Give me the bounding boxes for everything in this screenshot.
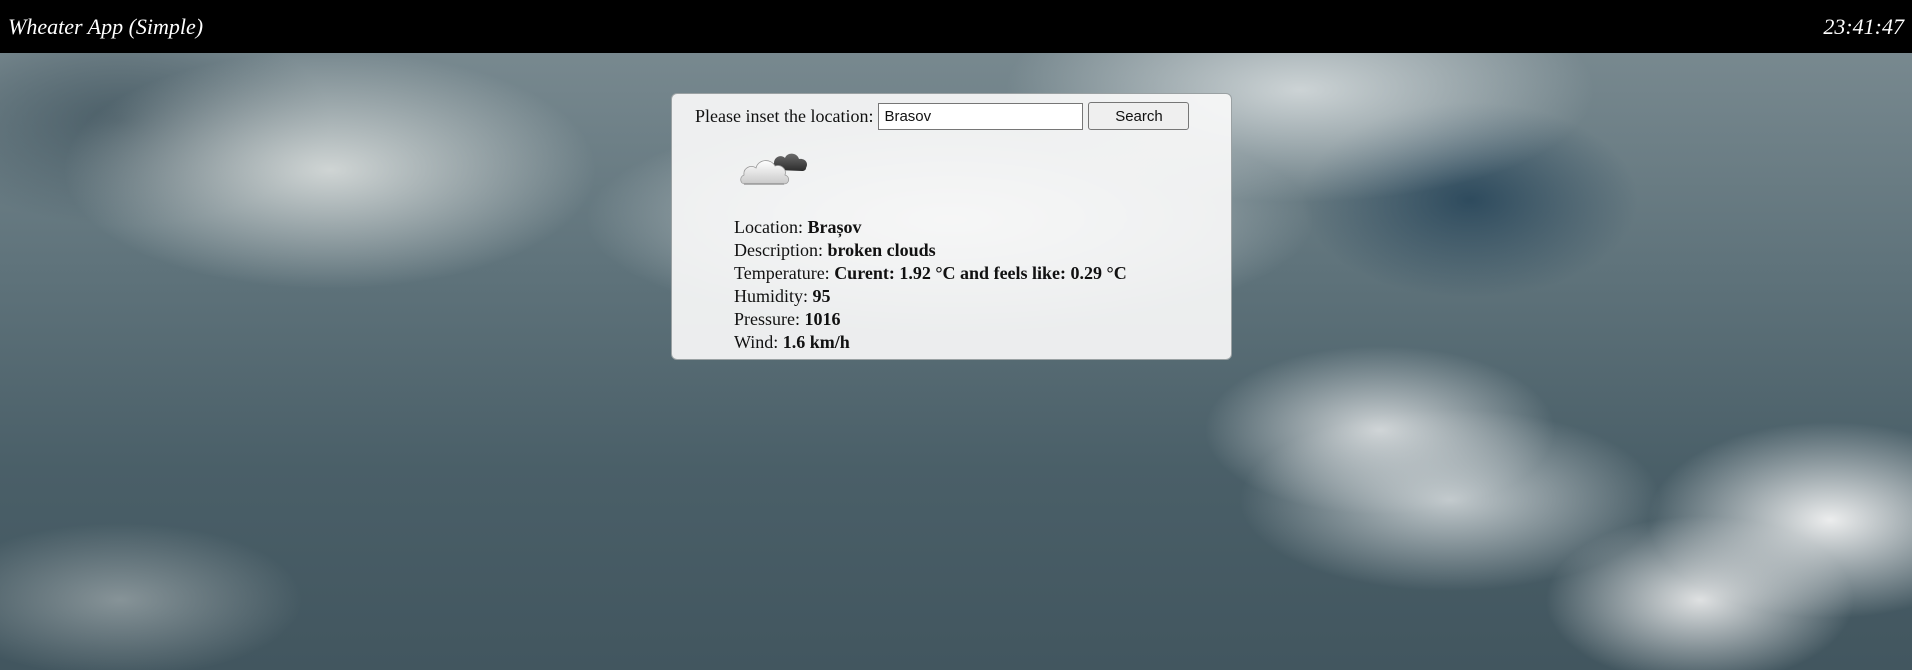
search-button[interactable]: Search <box>1088 102 1190 130</box>
description-row: Description: broken clouds <box>734 239 1127 262</box>
weather-info: Location: Brașov Description: broken clo… <box>734 216 1127 354</box>
location-row: Location: Brașov <box>734 216 1127 239</box>
description-value: broken clouds <box>827 240 936 260</box>
pressure-row: Pressure: 1016 <box>734 308 1127 331</box>
search-row: Please inset the location: Search <box>695 102 1190 130</box>
search-label: Please inset the location: <box>695 105 874 126</box>
description-label: Description: <box>734 240 823 260</box>
humidity-value: 95 <box>812 286 831 306</box>
temperature-value: Curent: 1.92 °C and feels like: 0.29 °C <box>834 263 1127 283</box>
location-input[interactable] <box>878 102 1084 130</box>
app-title: Wheater App (Simple) <box>8 13 204 39</box>
wind-row: Wind: 1.6 km/h <box>734 331 1127 354</box>
temperature-label: Temperature: <box>734 263 830 283</box>
pressure-label: Pressure: <box>734 309 800 329</box>
broken-clouds-icon <box>740 153 808 185</box>
top-bar: Wheater App (Simple) 23:41:47 <box>0 0 1912 53</box>
location-value: Brașov <box>807 217 862 237</box>
app-window: Wheater App (Simple) 23:41:47 Please ins… <box>0 0 1912 670</box>
humidity-label: Humidity: <box>734 286 809 306</box>
temperature-row: Temperature: Curent: 1.92 °C and feels l… <box>734 262 1127 285</box>
wind-value: 1.6 km/h <box>782 332 850 352</box>
location-label: Location: <box>734 217 803 237</box>
clock: 23:41:47 <box>1823 13 1904 39</box>
humidity-row: Humidity: 95 <box>734 285 1127 308</box>
wind-label: Wind: <box>734 332 779 352</box>
weather-card: Please inset the location: Search <box>671 93 1232 360</box>
pressure-value: 1016 <box>804 309 841 329</box>
